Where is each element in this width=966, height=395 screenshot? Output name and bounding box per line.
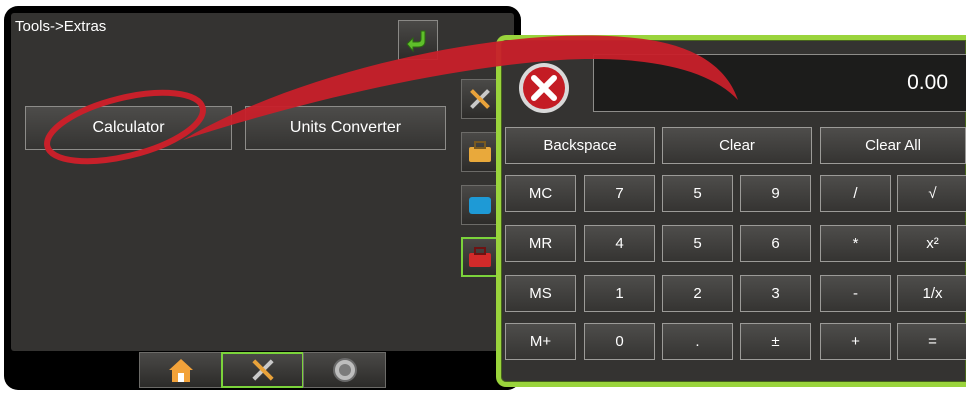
key-divide[interactable]: / bbox=[820, 175, 891, 212]
key-ms[interactable]: MS bbox=[505, 275, 576, 312]
side-tab-extras[interactable] bbox=[461, 237, 499, 277]
key-mr[interactable]: MR bbox=[505, 225, 576, 262]
key-multiply[interactable]: * bbox=[820, 225, 891, 262]
side-tab-toolbox[interactable] bbox=[461, 132, 499, 172]
key-sqrt[interactable]: √ bbox=[897, 175, 966, 212]
key-5[interactable]: 5 bbox=[662, 175, 733, 212]
key-equals[interactable]: = bbox=[897, 323, 966, 360]
key-decimal[interactable]: . bbox=[662, 323, 733, 360]
nav-home[interactable] bbox=[139, 352, 222, 388]
breadcrumb: Tools->Extras bbox=[15, 18, 107, 35]
units-converter-button[interactable]: Units Converter bbox=[245, 106, 446, 150]
key-6[interactable]: 6 bbox=[740, 225, 811, 262]
key-square[interactable]: x² bbox=[897, 225, 966, 262]
key-0[interactable]: 0 bbox=[584, 323, 655, 360]
folder-icon bbox=[469, 197, 491, 214]
close-icon[interactable] bbox=[516, 60, 572, 116]
console-screen bbox=[4, 6, 521, 390]
clear-all-button[interactable]: Clear All bbox=[820, 127, 966, 164]
backspace-button[interactable]: Backspace bbox=[505, 127, 655, 164]
key-mc[interactable]: MC bbox=[505, 175, 576, 212]
key-mplus[interactable]: M+ bbox=[505, 323, 576, 360]
clear-button[interactable]: Clear bbox=[662, 127, 812, 164]
calculator-button[interactable]: Calculator bbox=[25, 106, 232, 150]
key-1[interactable]: 1 bbox=[584, 275, 655, 312]
home-icon bbox=[168, 359, 193, 382]
wrench-screwdriver-icon bbox=[251, 359, 274, 381]
toolbox-icon bbox=[469, 141, 491, 162]
key-minus[interactable]: - bbox=[820, 275, 891, 312]
gauge-icon bbox=[332, 358, 357, 382]
key-9[interactable]: 9 bbox=[740, 175, 811, 212]
nav-gauge[interactable] bbox=[303, 352, 386, 388]
key-plusminus[interactable]: ± bbox=[740, 323, 811, 360]
calculator-display: 0.00 bbox=[593, 54, 966, 112]
key-5b[interactable]: 5 bbox=[662, 225, 733, 262]
key-4[interactable]: 4 bbox=[584, 225, 655, 262]
red-toolbox-icon bbox=[469, 247, 491, 267]
extras-panel bbox=[11, 13, 514, 351]
key-3[interactable]: 3 bbox=[740, 275, 811, 312]
back-button[interactable] bbox=[398, 20, 438, 60]
side-tab-folder[interactable] bbox=[461, 185, 499, 225]
tools-icon bbox=[470, 89, 490, 109]
key-plus[interactable]: + bbox=[820, 323, 891, 360]
key-7[interactable]: 7 bbox=[584, 175, 655, 212]
side-tab-tools[interactable] bbox=[461, 79, 499, 119]
back-arrow-icon bbox=[406, 30, 426, 53]
key-2[interactable]: 2 bbox=[662, 275, 733, 312]
nav-tools[interactable] bbox=[221, 352, 304, 388]
key-reciprocal[interactable]: 1/x bbox=[897, 275, 966, 312]
